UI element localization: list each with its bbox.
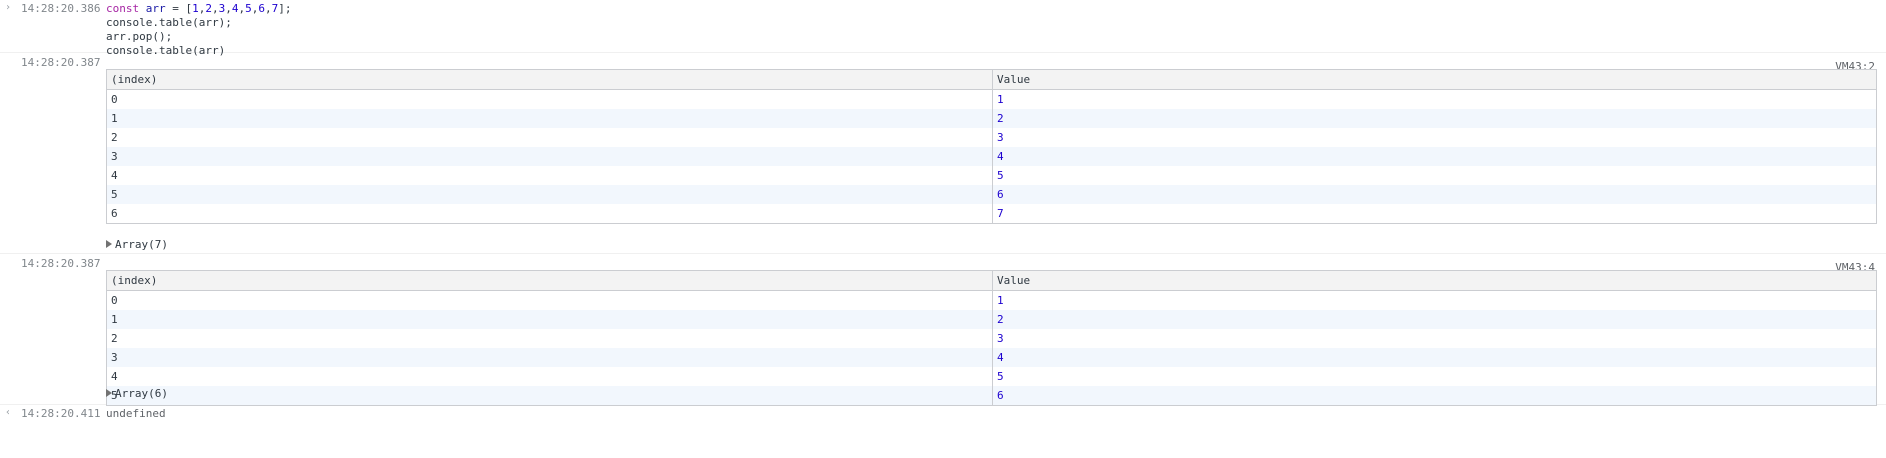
value-cell: 4 [992,348,1877,367]
code-token: 1 [192,2,199,15]
table-row: 23 [106,329,1877,348]
console-input-entry[interactable]: › 14:28:20.386 const arr = [1,2,3,4,5,6,… [0,0,1886,57]
index-cell: 3 [106,348,993,367]
code-line-2: console.table(arr); [106,16,232,29]
code-token: , [225,2,232,15]
value-cell: 2 [992,310,1877,329]
table-row: 01 [106,290,1877,310]
index-cell: 0 [106,290,993,310]
value-cell: 5 [992,367,1877,386]
code-block: const arr = [1,2,3,4,5,6,7]; console.tab… [106,2,292,58]
timestamp: 14:28:20.386 [21,2,101,15]
value-cell: 7 [992,204,1877,224]
index-cell: 5 [106,386,993,406]
timestamp: 14:28:20.411 [21,407,101,420]
column-header-value[interactable]: Value [992,270,1877,291]
value-cell: 1 [992,89,1877,109]
table-header-row: (index) Value [106,69,1877,90]
table-row: 34 [106,147,1877,166]
index-cell: 1 [106,109,993,128]
chevron-right-icon: › [5,2,12,13]
value-cell: 5 [992,166,1877,185]
index-cell: 1 [106,310,993,329]
index-cell: 3 [106,147,993,166]
index-cell: 5 [106,185,993,204]
return-arrow-icon: ‹ [5,407,12,418]
console-table-entry: 14:28:20.387 VM43:2 (index) Value 0 1 1 2 2 3 3 4… [0,53,1886,254]
index-cell: 0 [106,89,993,109]
value-cell: 6 [992,386,1877,406]
value-cell: 3 [992,128,1877,147]
table-row: 45 [106,166,1877,185]
table-row: 45 [106,367,1877,386]
table-row: 34 [106,348,1877,367]
code-token: 2 [205,2,212,15]
code-token: = [ [165,2,193,15]
table-row: 67 [106,204,1877,224]
array-expander[interactable]: Array(6) [106,386,168,401]
value-cell: 2 [992,109,1877,128]
array-expander[interactable]: Array(7) [106,237,168,252]
code-token: ]; [278,2,292,15]
table-header-row: (index) Value [106,270,1877,291]
expander-label: Array(6) [115,387,168,400]
value-cell: 3 [992,329,1877,348]
console-table: (index) Value 0 1 1 2 2 3 3 4 4 5 5 6 [106,270,1877,406]
column-header-index[interactable]: (index) [106,69,993,90]
code-token: 6 [258,2,265,15]
value-cell: 4 [992,147,1877,166]
table-row: 12 [106,310,1877,329]
console-table: (index) Value 0 1 1 2 2 3 3 4 4 5 5 6 6 7 [106,69,1877,224]
expander-label: Array(7) [115,238,168,251]
column-header-value[interactable]: Value [992,69,1877,90]
code-line-1: const arr = [1,2,3,4,5,6,7]; [106,2,292,16]
index-cell: 6 [106,204,993,224]
code-token: 4 [231,2,239,15]
table-row: 01 [106,89,1877,109]
index-cell: 4 [106,367,993,386]
index-cell: 2 [106,329,993,348]
column-header-index[interactable]: (index) [106,270,993,291]
table-row: 56 [106,185,1877,204]
timestamp: 14:28:20.387 [21,56,101,69]
triangle-right-icon [106,389,112,397]
console-result-entry: ‹ 14:28:20.411 undefined [0,405,1886,423]
value-cell: 6 [992,185,1877,204]
code-token: arr [145,2,166,15]
timestamp: 14:28:20.387 [21,257,101,270]
table-row: 56 [106,386,1877,406]
code-token: 5 [245,2,252,15]
table-row: 12 [106,109,1877,128]
value-cell: 1 [992,290,1877,310]
triangle-right-icon [106,240,112,248]
code-line-3: arr.pop(); [106,30,173,43]
code-token: , [265,2,272,15]
console-log: › 14:28:20.386 const arr = [1,2,3,4,5,6,… [0,0,1886,423]
table-row: 23 [106,128,1877,147]
index-cell: 4 [106,166,993,185]
index-cell: 2 [106,128,993,147]
result-value: undefined [106,407,166,420]
code-token: const [106,2,146,15]
code-token: , [212,2,219,15]
console-table-entry: 14:28:20.387 VM43:4 (index) Value 0 1 1 2 2 3 3 4… [0,254,1886,406]
